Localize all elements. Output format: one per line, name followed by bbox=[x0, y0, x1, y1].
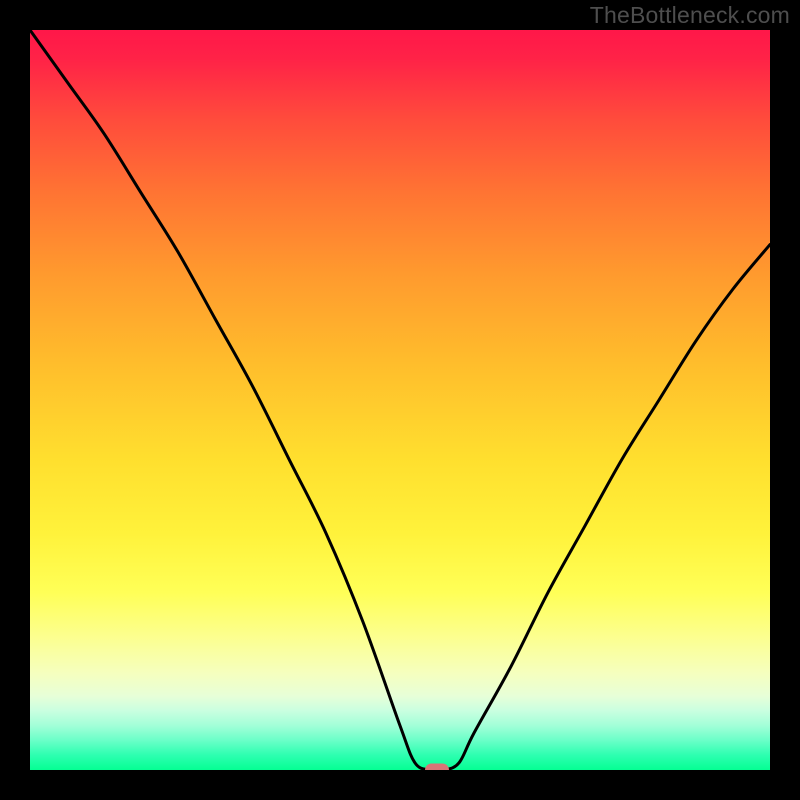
watermark-text: TheBottleneck.com bbox=[590, 2, 790, 29]
bottleneck-curve bbox=[30, 30, 770, 770]
chart-frame: TheBottleneck.com bbox=[0, 0, 800, 800]
optimal-point-marker bbox=[425, 764, 449, 771]
plot-area bbox=[30, 30, 770, 770]
